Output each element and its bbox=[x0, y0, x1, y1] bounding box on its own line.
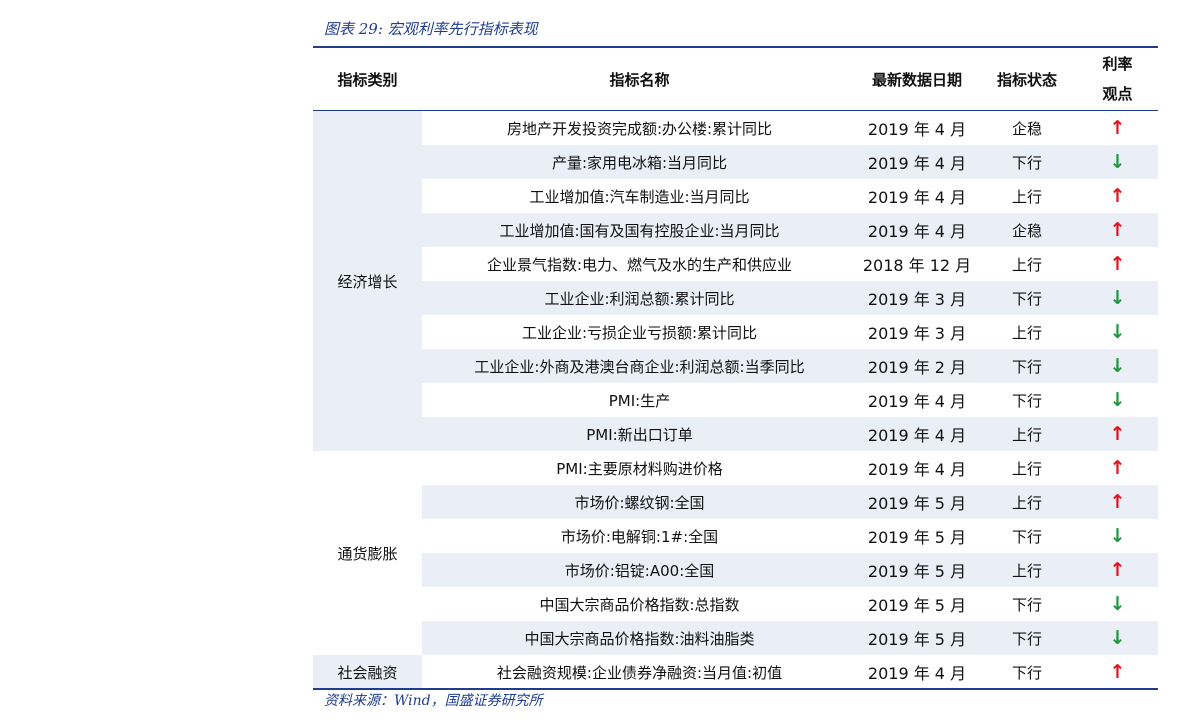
latest-date: 2019 年 4 月 bbox=[867, 664, 967, 683]
arrow-up-icon: ↑ bbox=[1109, 117, 1126, 139]
indicator-status: 上行 bbox=[1011, 493, 1042, 512]
indicator-status: 下行 bbox=[1011, 391, 1042, 410]
category-cell: 社会融资 bbox=[313, 655, 422, 689]
indicator-status: 上行 bbox=[1011, 459, 1042, 478]
latest-date: 2019 年 4 月 bbox=[867, 460, 967, 479]
arrow-up-icon: ↑ bbox=[1109, 219, 1126, 241]
indicator-name: 房地产开发投资完成额:办公楼:累计同比 bbox=[506, 119, 773, 138]
header-view-line2: 观点 bbox=[1102, 85, 1133, 103]
header-status: 指标状态 bbox=[996, 70, 1057, 89]
arrow-up-icon: ↑ bbox=[1109, 559, 1126, 581]
indicator-name: PMI:主要原材料购进价格 bbox=[556, 459, 723, 478]
table-row: PMI:生产 2019 年 4 月 下行 ↓ bbox=[422, 383, 1158, 417]
header-view: 利率 观点 bbox=[1077, 48, 1158, 110]
arrow-up-icon: ↑ bbox=[1109, 491, 1126, 513]
latest-date: 2019 年 4 月 bbox=[867, 392, 967, 411]
table-row: 中国大宗商品价格指数:总指数 2019 年 5 月 下行 ↓ bbox=[422, 587, 1158, 621]
indicator-name: 中国大宗商品价格指数:油料油脂类 bbox=[524, 629, 755, 648]
indicator-status: 上行 bbox=[1011, 425, 1042, 444]
arrow-down-icon: ↓ bbox=[1109, 287, 1126, 309]
latest-date: 2019 年 4 月 bbox=[867, 154, 967, 173]
arrow-down-icon: ↓ bbox=[1109, 525, 1126, 547]
indicator-name: 中国大宗商品价格指数:总指数 bbox=[539, 595, 740, 614]
table-row: 市场价:铝锭:A00:全国 2019 年 5 月 上行 ↑ bbox=[422, 553, 1158, 587]
indicator-status: 下行 bbox=[1011, 595, 1042, 614]
arrow-down-icon: ↓ bbox=[1109, 627, 1126, 649]
table-row: 企业景气指数:电力、燃气及水的生产和供应业 2018 年 12 月 上行 ↑ bbox=[422, 247, 1158, 281]
indicator-name: 工业企业:利润总额:累计同比 bbox=[544, 289, 735, 308]
indicator-name: 产量:家用电冰箱:当月同比 bbox=[551, 153, 728, 172]
latest-date: 2019 年 4 月 bbox=[867, 120, 967, 139]
indicator-name: 企业景气指数:电力、燃气及水的生产和供应业 bbox=[486, 255, 793, 274]
latest-date: 2019 年 5 月 bbox=[867, 494, 967, 513]
indicator-name: PMI:生产 bbox=[608, 391, 671, 410]
indicator-status: 下行 bbox=[1011, 289, 1042, 308]
arrow-up-icon: ↑ bbox=[1109, 661, 1126, 683]
latest-date: 2019 年 3 月 bbox=[867, 290, 967, 309]
indicator-status: 下行 bbox=[1011, 629, 1042, 648]
header-name: 指标名称 bbox=[609, 70, 670, 89]
latest-date: 2019 年 4 月 bbox=[867, 188, 967, 207]
table-row: PMI:主要原材料购进价格 2019 年 4 月 上行 ↑ bbox=[422, 451, 1158, 485]
header-category: 指标类别 bbox=[337, 70, 398, 89]
indicator-status: 上行 bbox=[1011, 255, 1042, 274]
arrow-down-icon: ↓ bbox=[1109, 321, 1126, 343]
latest-date: 2019 年 3 月 bbox=[867, 324, 967, 343]
table-row: 社会融资规模:企业债券净融资:当月值:初值 2019 年 4 月 下行 ↑ bbox=[422, 655, 1158, 689]
indicator-status: 上行 bbox=[1011, 323, 1042, 342]
table-row: 工业企业:利润总额:累计同比 2019 年 3 月 下行 ↓ bbox=[422, 281, 1158, 315]
table-row: 工业企业:亏损企业亏损额:累计同比 2019 年 3 月 上行 ↓ bbox=[422, 315, 1158, 349]
table-row: 产量:家用电冰箱:当月同比 2019 年 4 月 下行 ↓ bbox=[422, 145, 1158, 179]
latest-date: 2019 年 5 月 bbox=[867, 630, 967, 649]
table-row: 工业企业:外商及港澳台商企业:利润总额:当季同比 2019 年 2 月 下行 ↓ bbox=[422, 349, 1158, 383]
latest-date: 2018 年 12 月 bbox=[862, 256, 972, 275]
arrow-up-icon: ↑ bbox=[1109, 423, 1126, 445]
indicator-status: 下行 bbox=[1011, 153, 1042, 172]
indicator-status: 下行 bbox=[1011, 663, 1042, 682]
indicator-status: 上行 bbox=[1011, 561, 1042, 580]
indicator-name: 市场价:电解铜:1#:全国 bbox=[560, 527, 719, 546]
indicator-status: 企稳 bbox=[1011, 119, 1042, 138]
arrow-up-icon: ↑ bbox=[1109, 457, 1126, 479]
table-row: 房地产开发投资完成额:办公楼:累计同比 2019 年 4 月 企稳 ↑ bbox=[422, 111, 1158, 145]
table-row: 工业增加值:汽车制造业:当月同比 2019 年 4 月 上行 ↑ bbox=[422, 179, 1158, 213]
table-row: 市场价:螺纹钢:全国 2019 年 5 月 上行 ↑ bbox=[422, 485, 1158, 519]
indicator-name: 工业增加值:汽车制造业:当月同比 bbox=[529, 187, 750, 206]
table-row: PMI:新出口订单 2019 年 4 月 上行 ↑ bbox=[422, 417, 1158, 451]
table-row: 中国大宗商品价格指数:油料油脂类 2019 年 5 月 下行 ↓ bbox=[422, 621, 1158, 655]
table-row: 市场价:电解铜:1#:全国 2019 年 5 月 下行 ↓ bbox=[422, 519, 1158, 553]
arrow-down-icon: ↓ bbox=[1109, 389, 1126, 411]
category-cell: 经济增长 bbox=[313, 111, 422, 451]
indicator-name: 工业企业:外商及港澳台商企业:利润总额:当季同比 bbox=[474, 357, 805, 376]
indicator-name: 工业企业:亏损企业亏损额:累计同比 bbox=[521, 323, 758, 342]
figure-caption: 图表 29: 宏观利率先行指标表现 bbox=[324, 20, 538, 38]
arrow-up-icon: ↑ bbox=[1109, 185, 1126, 207]
indicator-status: 下行 bbox=[1011, 357, 1042, 376]
header-date: 最新数据日期 bbox=[871, 70, 962, 89]
indicator-name: 市场价:螺纹钢:全国 bbox=[574, 493, 705, 512]
arrow-up-icon: ↑ bbox=[1109, 253, 1126, 275]
latest-date: 2019 年 4 月 bbox=[867, 426, 967, 445]
header-view-line1: 利率 bbox=[1102, 55, 1133, 73]
latest-date: 2019 年 5 月 bbox=[867, 562, 967, 581]
indicator-name: PMI:新出口订单 bbox=[586, 425, 693, 444]
table-row: 工业增加值:国有及国有控股企业:当月同比 2019 年 4 月 企稳 ↑ bbox=[422, 213, 1158, 247]
indicator-name: 工业增加值:国有及国有控股企业:当月同比 bbox=[499, 221, 780, 240]
category-cell: 通货膨胀 bbox=[313, 451, 422, 655]
indicator-name: 社会融资规模:企业债券净融资:当月值:初值 bbox=[496, 663, 783, 682]
latest-date: 2019 年 5 月 bbox=[867, 528, 967, 547]
latest-date: 2019 年 2 月 bbox=[867, 358, 967, 377]
indicator-name: 市场价:铝锭:A00:全国 bbox=[564, 561, 715, 580]
latest-date: 2019 年 4 月 bbox=[867, 222, 967, 241]
indicator-status: 企稳 bbox=[1011, 221, 1042, 240]
indicator-status: 上行 bbox=[1011, 187, 1042, 206]
latest-date: 2019 年 5 月 bbox=[867, 596, 967, 615]
arrow-down-icon: ↓ bbox=[1109, 593, 1126, 615]
arrow-down-icon: ↓ bbox=[1109, 151, 1126, 173]
source-note: 资料来源：Wind，国盛证券研究所 bbox=[324, 693, 543, 709]
indicator-status: 下行 bbox=[1011, 527, 1042, 546]
arrow-down-icon: ↓ bbox=[1109, 355, 1126, 377]
